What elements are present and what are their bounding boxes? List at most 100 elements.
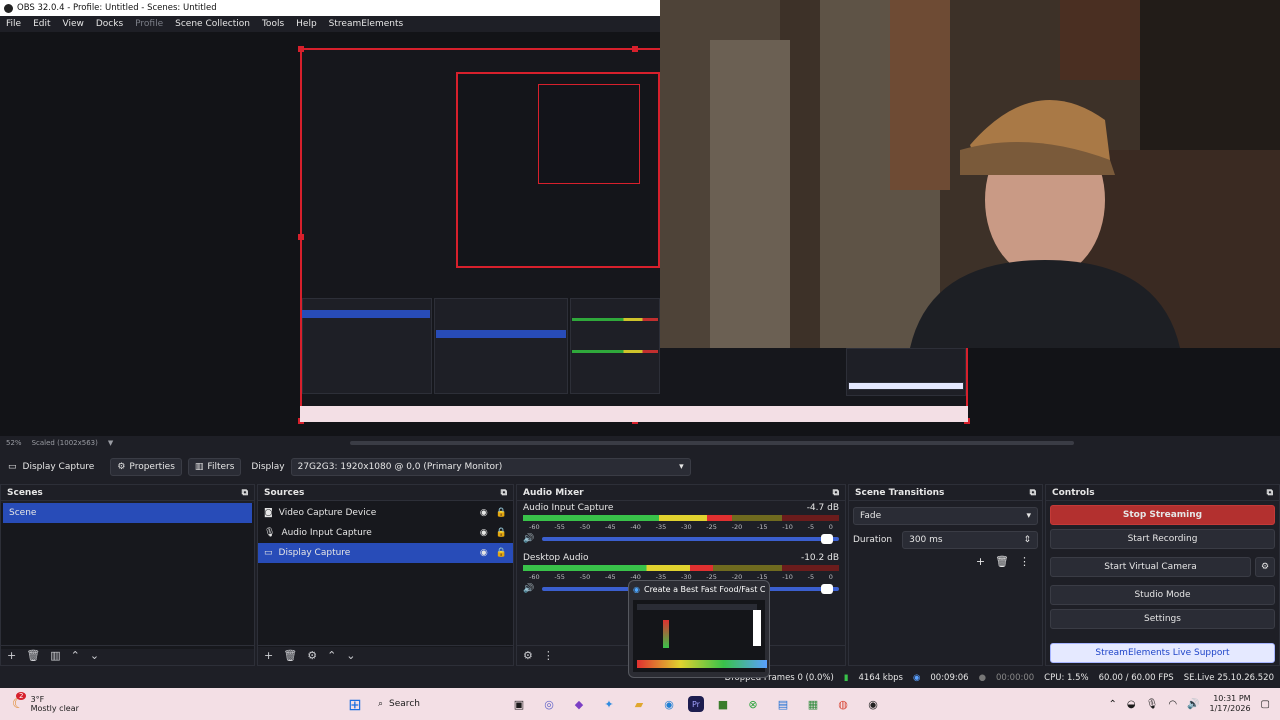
speaker-icon[interactable]: 🔊 [523, 534, 534, 544]
lock-icon[interactable]: 🔒 [496, 508, 507, 518]
preview-dropdown-icon[interactable]: ▼ [108, 439, 113, 447]
settings-button[interactable]: Settings [1050, 609, 1275, 629]
sources-footer: + 🗑 ⚙ ⌃ ⌄ [258, 645, 513, 665]
copilot-icon[interactable]: ✦ [598, 693, 620, 715]
filter-icon[interactable]: ▥ [50, 649, 60, 662]
obs-icon[interactable]: ◉ [862, 693, 884, 715]
microphone-tray-icon[interactable]: 🎙 [1146, 699, 1159, 710]
volume-slider[interactable] [542, 534, 839, 544]
dock-undock-icon[interactable]: ⧉ [501, 488, 507, 498]
notifications-icon[interactable]: ▢ [1261, 699, 1270, 710]
store-icon[interactable]: ▤ [772, 693, 794, 715]
start-recording-button[interactable]: Start Recording [1050, 529, 1275, 549]
windows-start-icon[interactable]: ⊞ [344, 693, 366, 715]
trash-icon[interactable]: 🗑 [995, 555, 1009, 568]
preview-horizontal-scrollbar[interactable] [350, 441, 1074, 445]
chat-icon[interactable]: ◎ [538, 693, 560, 715]
stop-streaming-button[interactable]: Stop Streaming [1050, 505, 1275, 525]
menu-profile[interactable]: Profile [135, 19, 163, 29]
trash-icon[interactable]: 🗑 [26, 649, 40, 662]
menu-streamelements[interactable]: StreamElements [329, 19, 404, 29]
dock-undock-icon[interactable]: ⧉ [833, 488, 839, 498]
resize-handle[interactable] [632, 46, 638, 52]
file-explorer-icon[interactable]: ▰ [628, 693, 650, 715]
edge-icon[interactable]: ◉ [658, 693, 680, 715]
properties-button[interactable]: ⚙ Properties [110, 458, 182, 476]
menu-file[interactable]: File [6, 19, 21, 29]
more-icon[interactable]: ⋮ [1019, 555, 1030, 568]
chrome-icon[interactable]: ◍ [832, 693, 854, 715]
tray-chevron-icon[interactable]: ⌃ [1109, 699, 1117, 710]
transition-select[interactable]: Fade ▾ [853, 507, 1038, 525]
properties-label: Properties [129, 462, 175, 472]
display-label: Display [251, 462, 285, 472]
eye-icon[interactable]: ◉ [480, 528, 488, 538]
menu-docks[interactable]: Docks [96, 19, 123, 29]
clock[interactable]: 10:31 PM 1/17/2026 [1210, 694, 1251, 714]
slider-knob[interactable] [821, 534, 834, 544]
menu-scene-collection[interactable]: Scene Collection [175, 19, 250, 29]
add-icon[interactable]: + [976, 555, 985, 568]
volume-icon[interactable]: 🔊 [1187, 699, 1199, 710]
tick: -5 [807, 523, 815, 531]
bitrate: 4164 kbps [858, 673, 903, 683]
weather-desc: Mostly clear [30, 704, 79, 713]
premiere-icon[interactable]: Pr [688, 696, 704, 712]
stepper-icon[interactable]: ⇕ [1023, 535, 1031, 545]
gear-icon[interactable]: ⚙ [523, 649, 533, 662]
start-virtual-camera-button[interactable]: Start Virtual Camera [1050, 557, 1251, 577]
minecraft-icon[interactable]: ■ [712, 693, 734, 715]
network-tray-icon[interactable]: ◒ [1127, 699, 1136, 710]
sources-dock: Sources ⧉ ◙ Video Capture Device ◉ 🔒 🎙 Aud… [257, 484, 514, 666]
scene-item[interactable]: Scene [3, 503, 252, 523]
more-icon[interactable]: ⋮ [543, 649, 554, 662]
eye-icon[interactable]: ◉ [480, 548, 488, 558]
mixer-channel: Audio Input Capture -4.7 dB -60 -55 -50 -45-… [517, 501, 845, 549]
source-item[interactable]: ▭ Display Capture ◉ 🔒 [258, 543, 513, 563]
taskbar-preview-popup[interactable]: ◉ Create a Best Fast Food/Fast Ca... [628, 580, 770, 678]
vs-code-icon[interactable]: ◆ [568, 693, 590, 715]
add-icon[interactable]: + [7, 649, 16, 662]
eye-icon[interactable]: ◉ [480, 508, 488, 518]
excel-icon[interactable]: ▦ [802, 693, 824, 715]
duration-input[interactable]: 300 ms ⇕ [902, 531, 1038, 549]
webcam-feed[interactable] [660, 0, 1280, 348]
arrow-up-icon[interactable]: ⌃ [71, 649, 80, 662]
speaker-icon[interactable]: 🔊 [523, 584, 534, 594]
dock-undock-icon[interactable]: ⧉ [1267, 488, 1273, 498]
studio-mode-button[interactable]: Studio Mode [1050, 585, 1275, 605]
menu-edit[interactable]: Edit [33, 19, 50, 29]
source-item[interactable]: ◙ Video Capture Device ◉ 🔒 [258, 503, 513, 523]
menu-view[interactable]: View [63, 19, 84, 29]
resize-handle[interactable] [298, 234, 304, 240]
lock-icon[interactable]: 🔒 [496, 548, 507, 558]
arrow-down-icon[interactable]: ⌄ [90, 649, 99, 662]
weather-widget[interactable]: ☾ 2 3°F Mostly clear [0, 692, 340, 713]
dock-undock-icon[interactable]: ⧉ [242, 488, 248, 498]
resize-handle[interactable] [298, 46, 304, 52]
tick: 0 [828, 573, 833, 581]
zoom-level[interactable]: 52% [6, 439, 22, 447]
mirrored-sources-dock [434, 298, 568, 394]
lock-icon[interactable]: 🔒 [496, 528, 507, 538]
taskbar-search[interactable]: ⌕ Search [370, 693, 504, 715]
add-icon[interactable]: + [264, 649, 273, 662]
source-item[interactable]: 🎙 Audio Input Capture ◉ 🔒 [258, 523, 513, 543]
task-view-icon[interactable]: ▣ [508, 693, 530, 715]
menu-help[interactable]: Help [296, 19, 317, 29]
filters-button[interactable]: ▥ Filters [187, 458, 242, 476]
menu-tools[interactable]: Tools [262, 19, 284, 29]
display-select[interactable]: 27G2G3: 1920x1080 @ 0,0 (Primary Monitor… [290, 458, 691, 476]
xbox-icon[interactable]: ⊗ [742, 693, 764, 715]
wifi-icon[interactable]: ◠ [1168, 699, 1177, 710]
transitions-title: Scene Transitions [855, 487, 945, 498]
virtual-camera-settings-icon[interactable]: ⚙ [1255, 557, 1275, 577]
arrow-down-icon[interactable]: ⌄ [346, 649, 355, 662]
slider-knob[interactable] [821, 584, 834, 594]
trash-icon[interactable]: 🗑 [283, 649, 297, 662]
arrow-up-icon[interactable]: ⌃ [327, 649, 336, 662]
gear-icon[interactable]: ⚙ [307, 649, 317, 662]
dock-undock-icon[interactable]: ⧉ [1030, 488, 1036, 498]
se-live-support-button[interactable]: StreamElements Live Support [1050, 643, 1275, 663]
monitor-icon: ▭ [8, 462, 17, 472]
